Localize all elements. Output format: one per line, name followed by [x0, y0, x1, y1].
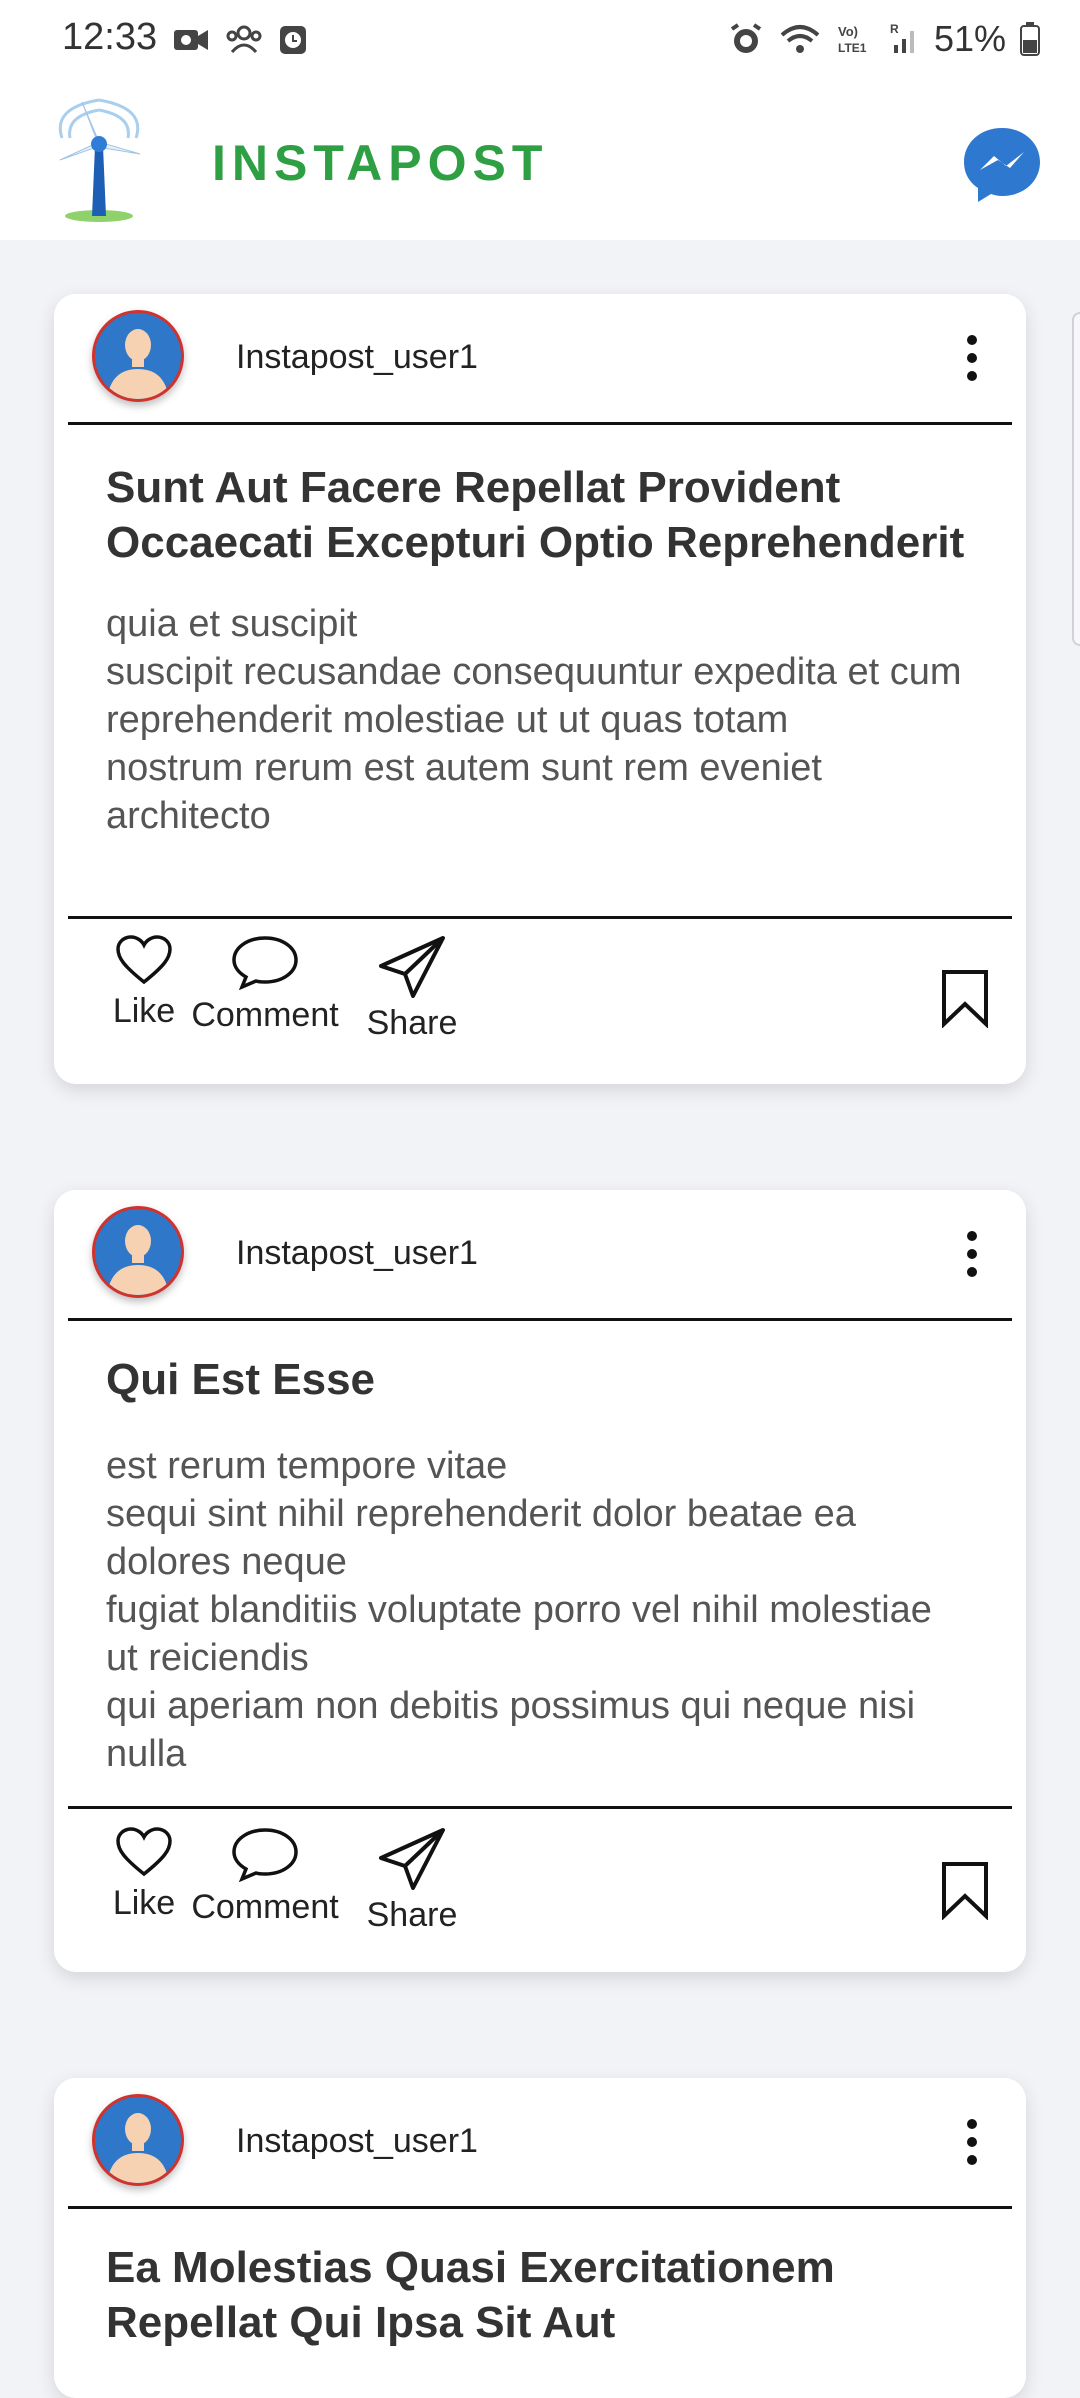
signal-icon: R — [890, 22, 914, 53]
battery-percent: 51% — [933, 18, 1006, 59]
send-icon — [379, 1828, 445, 1890]
messenger-icon[interactable] — [962, 124, 1042, 204]
heart-icon — [116, 935, 172, 985]
comment-button[interactable]: Comment — [178, 1826, 352, 1927]
comment-label: Comment — [191, 996, 339, 1034]
comment-icon — [232, 936, 298, 990]
comment-button[interactable]: Comment — [178, 934, 352, 1035]
post-card: Instapost_user1 Qui Est Esse est rerum t… — [54, 1190, 1026, 1972]
svg-text:Vo): Vo) — [838, 24, 858, 39]
avatar[interactable] — [92, 2094, 184, 2186]
comment-icon — [232, 1828, 298, 1882]
more-options-icon[interactable] — [962, 2116, 982, 2168]
video-call-icon — [174, 30, 208, 50]
battery-icon — [1020, 22, 1040, 56]
app-title: INSTAPOST — [212, 135, 549, 191]
bookmark-icon[interactable] — [940, 1860, 990, 1920]
people-icon — [226, 25, 262, 54]
user-avatar-icon — [107, 1225, 169, 1295]
post-actions: Like Comment Share — [54, 1826, 1026, 1972]
share-button[interactable]: Share — [360, 934, 464, 1043]
post-actions: Like Comment Share — [54, 934, 1026, 1084]
post-header: Instapost_user1 — [54, 2078, 1026, 2206]
wifi-icon — [780, 25, 820, 53]
divider — [68, 916, 1012, 919]
clock-app-icon — [280, 26, 306, 54]
send-icon — [379, 936, 445, 998]
avatar[interactable] — [92, 310, 184, 402]
wind-turbine-icon[interactable] — [52, 98, 146, 222]
more-options-icon[interactable] — [962, 1228, 982, 1280]
status-bar: 12:33 Vo) LTE1 R 51% — [0, 0, 1080, 80]
status-time: 12:33 — [62, 16, 158, 58]
more-options-icon[interactable] — [962, 332, 982, 384]
divider — [68, 422, 1012, 425]
divider — [68, 1806, 1012, 1809]
volte-lte-icon: Vo) LTE1 — [838, 24, 867, 55]
post-body: quia et suscipit suscipit recusandae con… — [106, 603, 962, 837]
post-title: Ea Molestias Quasi Exercitationem Repell… — [106, 2243, 835, 2347]
svg-text:R: R — [890, 22, 899, 36]
heart-icon — [116, 1827, 172, 1877]
post-title: Qui Est Esse — [106, 1355, 376, 1404]
post-card: Instapost_user1 Ea Molestias Quasi Exerc… — [54, 2078, 1026, 2398]
status-right-icons: Vo) LTE1 R 51% — [728, 18, 1040, 60]
svg-text:LTE1: LTE1 — [838, 41, 867, 55]
divider — [68, 1318, 1012, 1321]
username[interactable]: Instapost_user1 — [236, 338, 478, 377]
post-body: est rerum tempore vitae sequi sint nihil… — [106, 1445, 932, 1775]
username[interactable]: Instapost_user1 — [236, 1234, 478, 1273]
bookmark-icon[interactable] — [940, 968, 990, 1028]
user-avatar-icon — [107, 329, 169, 399]
username[interactable]: Instapost_user1 — [236, 2122, 478, 2161]
share-button[interactable]: Share — [360, 1826, 464, 1935]
divider — [68, 2206, 1012, 2209]
status-left-icons — [172, 24, 308, 56]
avatar[interactable] — [92, 1206, 184, 1298]
share-label: Share — [366, 1896, 458, 1934]
comment-label: Comment — [191, 1888, 339, 1926]
alarm-icon — [730, 23, 762, 53]
user-avatar-icon — [107, 2113, 169, 2183]
scroll-indicator[interactable] — [1072, 312, 1080, 646]
share-label: Share — [366, 1004, 458, 1042]
app-bar: INSTAPOST — [0, 80, 1080, 240]
post-header: Instapost_user1 — [54, 294, 1026, 422]
post-header: Instapost_user1 — [54, 1190, 1026, 1318]
post-title: Sunt Aut Facere Repellat Provident Occae… — [106, 463, 965, 567]
post-card: Instapost_user1 Sunt Aut Facere Repellat… — [54, 294, 1026, 1084]
